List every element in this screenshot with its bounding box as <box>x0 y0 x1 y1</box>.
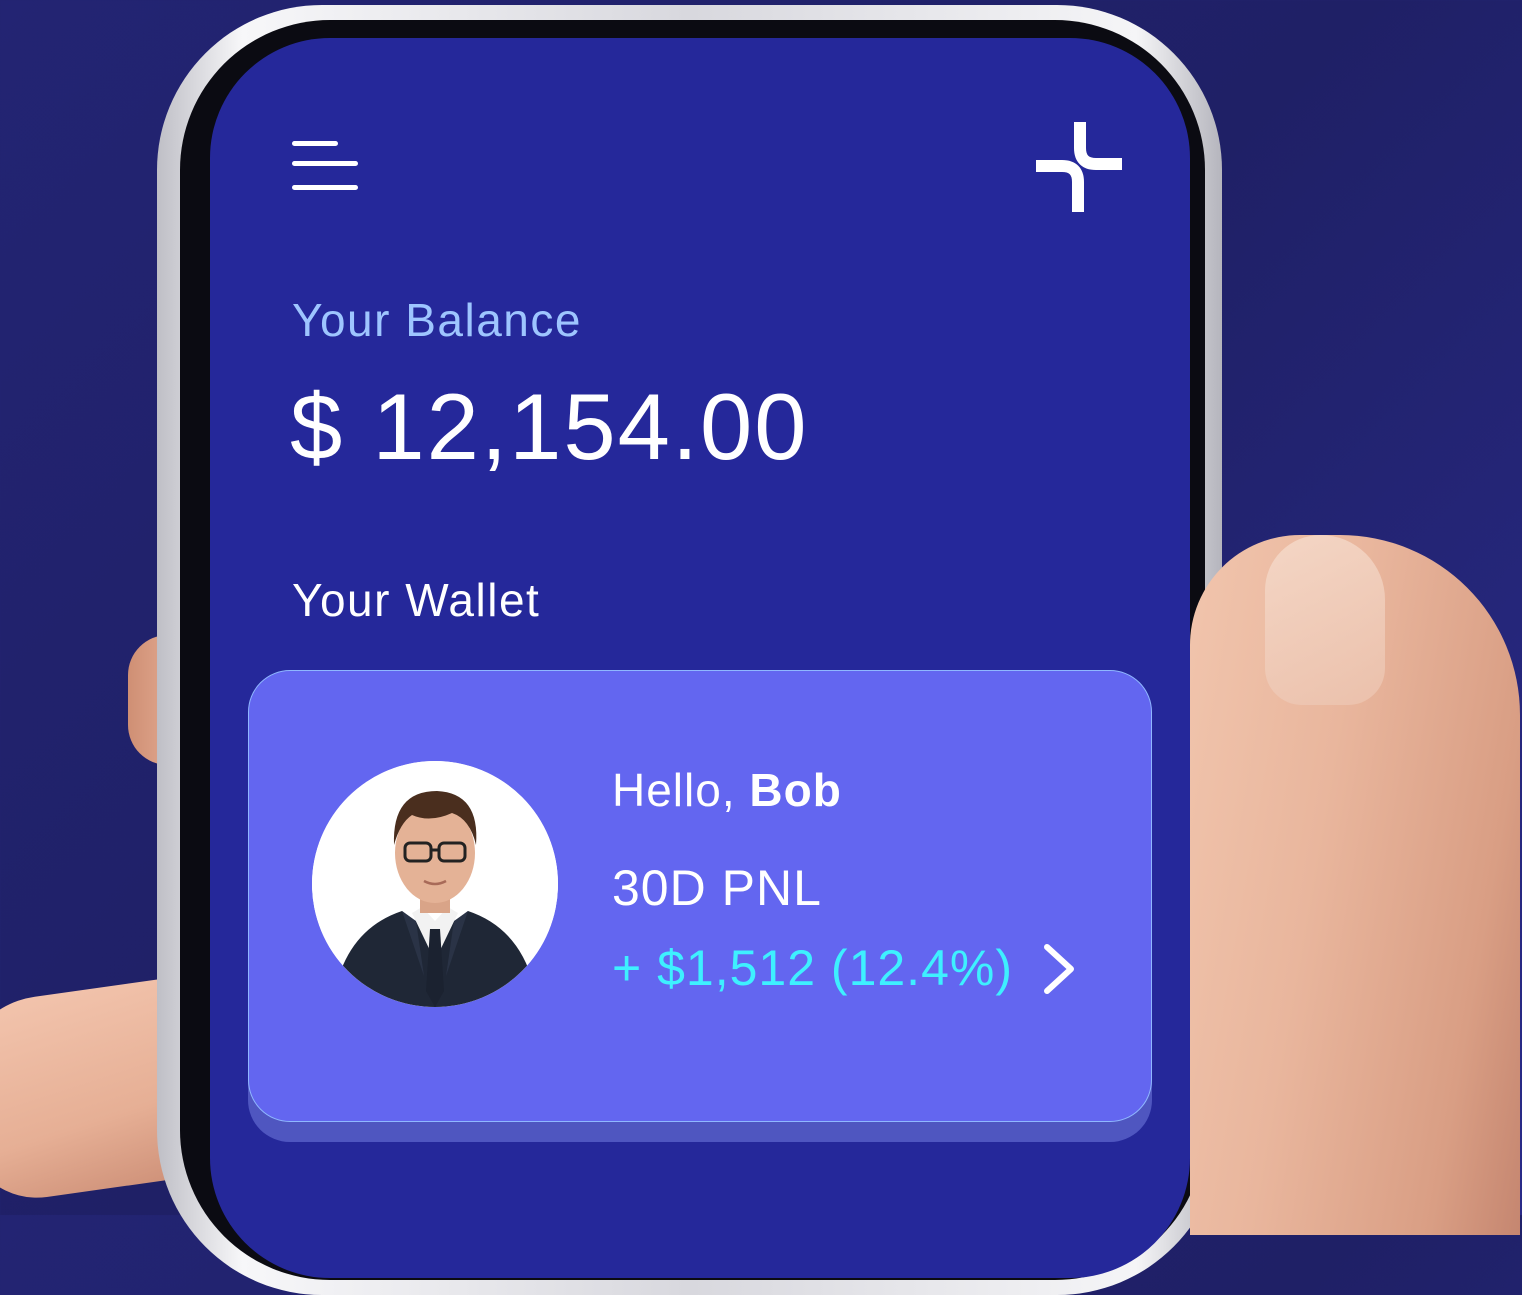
balance-label: Your Balance <box>292 294 582 346</box>
greeting: Hello, Bob <box>612 763 842 817</box>
menu-button[interactable] <box>290 138 360 198</box>
pnl-value: + $1,512 (12.4%) <box>612 940 1013 996</box>
avatar-portrait <box>312 761 558 1007</box>
balance-amount: $ 12,154.00 <box>290 374 809 479</box>
phone-screen: Your Balance $ 12,154.00 Your Wallet Hel… <box>210 38 1190 1278</box>
chevron-right-icon[interactable] <box>1039 941 1079 997</box>
wallet-card[interactable]: Hello, Bob 30D PNL + $1,512 (12.4%) <box>248 670 1152 1122</box>
brand-logo-icon <box>1032 120 1127 220</box>
wallet-section-label: Your Wallet <box>292 574 541 626</box>
pnl-label: 30D PNL <box>612 860 822 916</box>
user-name: Bob <box>749 764 842 816</box>
greeting-prefix: Hello, <box>612 764 750 816</box>
thumb-nail <box>1265 535 1385 705</box>
avatar <box>312 761 558 1007</box>
